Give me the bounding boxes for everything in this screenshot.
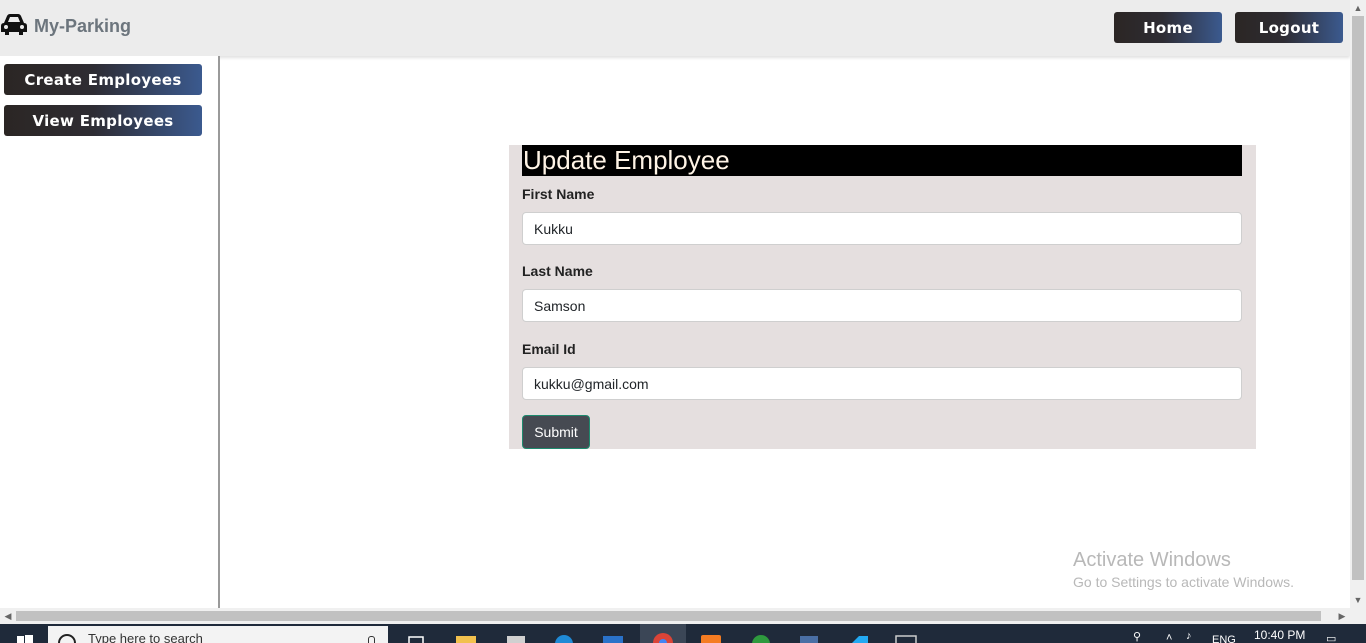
search-icon bbox=[58, 634, 76, 643]
form-title: Update Employee bbox=[522, 145, 1242, 176]
terminal-icon[interactable] bbox=[895, 632, 917, 643]
edge-icon[interactable] bbox=[553, 632, 575, 643]
chrome-icon[interactable] bbox=[640, 624, 686, 643]
first-name-input[interactable] bbox=[522, 212, 1242, 245]
submit-button[interactable]: Submit bbox=[522, 415, 590, 449]
taskbar-search-box[interactable]: Type here to search bbox=[48, 626, 388, 643]
database-tool-icon[interactable] bbox=[798, 632, 820, 643]
vscode-icon[interactable] bbox=[848, 632, 870, 643]
scroll-right-icon[interactable]: ▶ bbox=[1334, 608, 1350, 624]
brand-title: My-Parking bbox=[34, 16, 132, 36]
store-icon[interactable] bbox=[505, 632, 527, 643]
update-employee-form: Update Employee First Name Last Name Ema… bbox=[509, 145, 1256, 449]
xampp-icon[interactable] bbox=[700, 632, 722, 643]
view-employees-button[interactable]: View Employees bbox=[4, 105, 202, 136]
activate-windows-subtitle: Go to Settings to activate Windows. bbox=[1073, 574, 1294, 590]
horizontal-scrollbar[interactable]: ◀ ▶ bbox=[0, 608, 1350, 624]
scrollbar-corner bbox=[1350, 608, 1366, 624]
notifications-icon[interactable]: ▭ bbox=[1326, 632, 1336, 643]
microphone-icon[interactable] bbox=[368, 636, 375, 643]
task-view-icon[interactable] bbox=[405, 632, 427, 643]
first-name-label: First Name bbox=[522, 186, 595, 202]
scroll-up-icon[interactable]: ▲ bbox=[1350, 0, 1366, 16]
last-name-label: Last Name bbox=[522, 263, 593, 279]
chevron-up-icon[interactable]: ˄ bbox=[1166, 632, 1172, 643]
scroll-left-icon[interactable]: ◀ bbox=[0, 608, 16, 624]
vertical-scrollbar[interactable]: ▲ ▼ bbox=[1350, 0, 1366, 608]
brand[interactable]: My-Parking bbox=[0, 12, 131, 37]
last-name-input[interactable] bbox=[522, 289, 1242, 322]
top-navbar: My-Parking Home Logout bbox=[0, 0, 1350, 56]
home-button[interactable]: Home bbox=[1114, 12, 1222, 43]
activate-windows-title: Activate Windows bbox=[1073, 549, 1231, 571]
car-icon bbox=[0, 13, 28, 37]
mail-icon[interactable] bbox=[602, 632, 624, 643]
create-employees-button[interactable]: Create Employees bbox=[4, 64, 202, 95]
file-explorer-icon[interactable] bbox=[455, 632, 477, 643]
scroll-down-icon[interactable]: ▼ bbox=[1350, 592, 1366, 608]
green-app-icon[interactable] bbox=[750, 632, 772, 643]
taskbar-search-placeholder: Type here to search bbox=[88, 631, 203, 643]
logout-button[interactable]: Logout bbox=[1235, 12, 1343, 43]
location-icon[interactable]: ⚲ bbox=[1133, 630, 1141, 643]
email-id-label: Email Id bbox=[522, 341, 576, 357]
email-id-input[interactable] bbox=[522, 367, 1242, 400]
language-indicator[interactable]: ENG bbox=[1212, 634, 1236, 643]
clock-time[interactable]: 10:40 PM bbox=[1254, 628, 1305, 642]
horizontal-scroll-thumb[interactable] bbox=[16, 611, 1321, 621]
windows-start-icon[interactable] bbox=[0, 624, 48, 643]
volume-icon[interactable]: ♪ bbox=[1186, 630, 1192, 642]
windows-taskbar: Type here to search ⚲ ˄ ♪ ENG 10:40 PM ▭ bbox=[0, 624, 1366, 643]
vertical-scroll-thumb[interactable] bbox=[1352, 16, 1364, 580]
sidebar: Create Employees View Employees bbox=[0, 56, 220, 608]
